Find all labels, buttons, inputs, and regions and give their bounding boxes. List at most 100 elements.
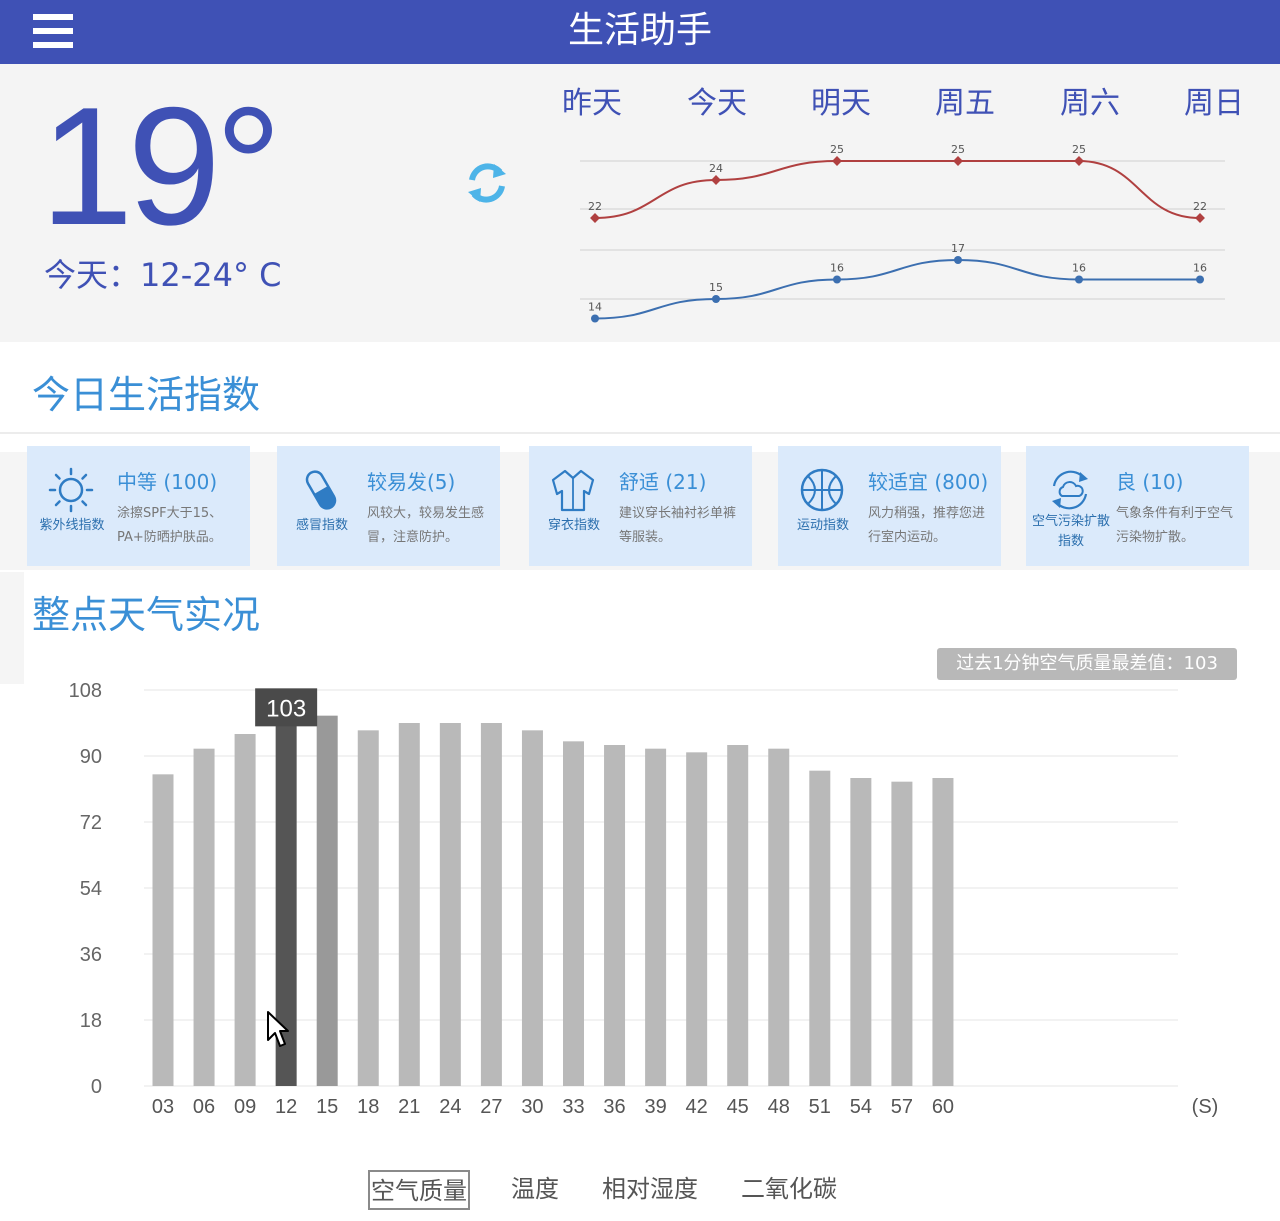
- x-unit-label: (S): [1192, 1096, 1219, 1118]
- index-card-description: 涂擦SPF大于15、PA+防晒护肤品。: [117, 506, 223, 545]
- low-temp-line: [594, 258, 1200, 320]
- bar: [932, 778, 954, 1086]
- high-temp-point: [711, 175, 721, 185]
- low-temp-label: 16: [1072, 262, 1086, 275]
- hourly-title: 整点天气实况: [32, 593, 261, 637]
- high-temp-label: 22: [588, 200, 602, 213]
- high-temp-point: [953, 156, 963, 166]
- bar: [316, 715, 338, 1086]
- app-title: 生活助手: [567, 10, 712, 51]
- y-tick-label: 108: [69, 680, 102, 702]
- pill-icon: [305, 470, 337, 510]
- bar: [645, 748, 667, 1086]
- index-card-caption: 运动指数: [796, 518, 849, 533]
- index-card-value: 舒适 (21): [619, 470, 707, 494]
- tab-air-quality[interactable]: 空气质量: [368, 1170, 470, 1210]
- bar: [193, 748, 215, 1086]
- high-temp-label: 25: [951, 143, 965, 156]
- index-card-value: 较适宜 (800): [868, 470, 989, 494]
- index-card-value: 较易发(5): [367, 470, 456, 494]
- x-tick-label: 21: [398, 1096, 420, 1118]
- tab-temperature[interactable]: 温度: [500, 1170, 570, 1210]
- sun-icon: [48, 467, 94, 513]
- high-temp-point: [1074, 156, 1084, 166]
- index-card-pollution[interactable]: 空气污染扩散指数 良 (10) 气象条件有利于空气污染物扩散。: [1026, 446, 1249, 566]
- forecast-day-label: 明天: [811, 86, 871, 121]
- x-tick-label: 12: [275, 1096, 297, 1118]
- ball-icon: [800, 468, 844, 512]
- bar: [850, 778, 872, 1086]
- low-temp-point: [833, 275, 841, 284]
- index-card-description: 风力稍强，推荐您进行室内运动。: [868, 506, 986, 545]
- bar: [480, 723, 502, 1086]
- mouse-cursor-icon: [267, 1011, 289, 1047]
- side-strip: [0, 572, 24, 684]
- refresh-icon[interactable]: [464, 160, 510, 206]
- today-range: 今天：12-24° C: [44, 256, 282, 294]
- low-temp-point: [591, 314, 599, 323]
- index-card-dressing[interactable]: 穿衣指数 舒适 (21) 建议穿长袖衬衫单裤等服装。: [529, 446, 752, 566]
- app-header: 生活助手: [0, 0, 1280, 64]
- index-card-caption: 紫外线指数: [39, 518, 105, 533]
- high-temp-label: 22: [1193, 200, 1207, 213]
- x-tick-label: 06: [193, 1096, 215, 1118]
- index-card-value: 中等 (100): [117, 470, 218, 494]
- index-card-sport[interactable]: 运动指数 较适宜 (800) 风力稍强，推荐您进行室内运动。: [778, 446, 1001, 566]
- y-tick-label: 0: [91, 1076, 102, 1098]
- shirt-icon: [551, 469, 595, 512]
- cloud-cycle-icon: [1052, 470, 1088, 510]
- high-temp-point: [1195, 213, 1205, 223]
- high-temp-label: 25: [1072, 143, 1086, 156]
- forecast-temperature-chart: 22 24 25 25 25 22 14 15 16 17 16 16: [580, 143, 1225, 323]
- forecast-day-label: 周五: [935, 86, 995, 121]
- bar: [234, 734, 256, 1086]
- low-temp-point: [1075, 275, 1083, 284]
- bar: [891, 781, 913, 1086]
- y-tick-label: 54: [80, 878, 102, 900]
- x-tick-label: 24: [439, 1096, 461, 1118]
- low-temp-label: 14: [588, 301, 602, 314]
- x-tick-label: 51: [809, 1096, 831, 1118]
- x-tick-label: 09: [234, 1096, 256, 1118]
- x-tick-label: 36: [603, 1096, 625, 1118]
- index-card-value: 良 (10): [1116, 470, 1184, 494]
- x-tick-label: 27: [480, 1096, 502, 1118]
- x-tick-label: 18: [357, 1096, 379, 1118]
- bar: [398, 723, 420, 1086]
- x-tick-label: 15: [316, 1096, 338, 1118]
- low-temp-label: 16: [830, 262, 844, 275]
- y-tick-label: 72: [80, 812, 102, 834]
- tab-co2[interactable]: 二氧化碳: [734, 1170, 844, 1210]
- low-temp-label: 15: [709, 281, 723, 294]
- forecast-day-label: 周六: [1060, 86, 1120, 121]
- bar: [686, 752, 708, 1086]
- forecast-day-label: 周日: [1184, 86, 1244, 121]
- y-tick-label: 36: [80, 944, 102, 966]
- low-temp-point: [1196, 275, 1204, 284]
- x-tick-label: 60: [932, 1096, 954, 1118]
- bar: [439, 723, 461, 1086]
- tab-humidity[interactable]: 相对湿度: [596, 1170, 704, 1210]
- current-temperature: 19°: [40, 72, 282, 260]
- low-temp-point: [954, 256, 962, 264]
- x-tick-label: 42: [686, 1096, 708, 1118]
- index-card-description: 气象条件有利于空气污染物扩散。: [1116, 506, 1234, 545]
- forecast-day-label: 今天: [687, 86, 747, 121]
- air-quality-bar-chart: 0 18 36 54 72 90 108 03 06 09 12 15 18 21 24 27 30 33 36 39…: [69, 680, 1219, 1118]
- x-tick-label: 33: [562, 1096, 584, 1118]
- index-card-caption: 空气污染扩散指数: [1031, 514, 1110, 549]
- high-temp-point: [590, 213, 600, 223]
- bar: [727, 745, 749, 1086]
- index-card-uv[interactable]: 紫外线指数 中等 (100) 涂擦SPF大于15、PA+防晒护肤品。: [27, 446, 250, 566]
- x-tick-label: 30: [521, 1096, 543, 1118]
- bar: [809, 770, 831, 1086]
- x-tick-label: 03: [152, 1096, 174, 1118]
- tooltip-value: 103: [266, 695, 306, 722]
- index-card-caption: 穿衣指数: [547, 518, 600, 533]
- chart-tabs: 空气质量 温度 相对湿度 二氧化碳: [0, 1168, 1280, 1212]
- high-temp-label: 25: [830, 143, 844, 156]
- low-temp-label: 17: [951, 242, 965, 255]
- index-card-cold[interactable]: 感冒指数 较易发(5) 风较大，较易发生感冒，注意防护。: [277, 446, 500, 566]
- bar: [152, 774, 174, 1086]
- life-index-title: 今日生活指数: [32, 373, 261, 417]
